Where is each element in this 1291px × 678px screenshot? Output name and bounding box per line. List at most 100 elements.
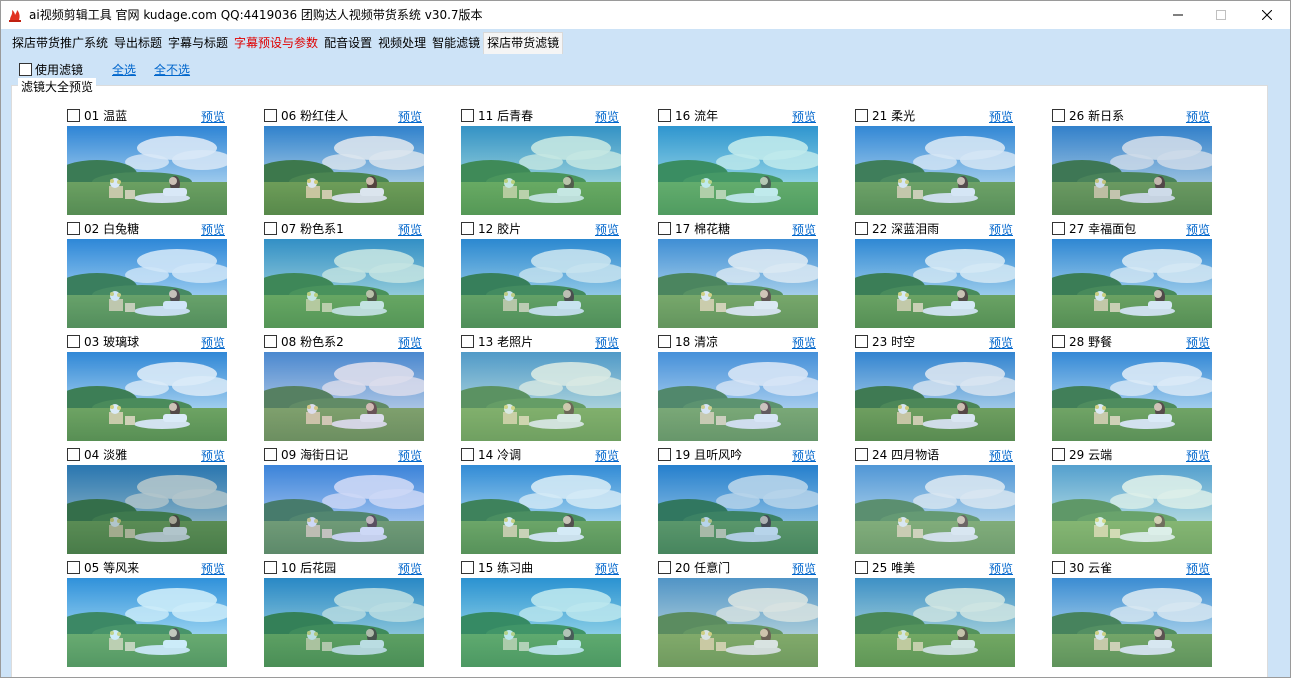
filter-preview-link[interactable]: 预览	[398, 108, 422, 125]
filter-checkbox[interactable]	[67, 221, 80, 235]
filter-thumbnail[interactable]	[264, 126, 424, 215]
filter-thumbnail[interactable]	[855, 126, 1015, 215]
filter-checkbox[interactable]	[855, 334, 868, 348]
filter-preview-link[interactable]: 预览	[1186, 221, 1210, 238]
tab-0[interactable]: 探店带货推广系统	[9, 32, 111, 54]
filter-checkbox[interactable]	[264, 334, 277, 348]
tab-5[interactable]: 视频处理	[375, 32, 429, 54]
maximize-button[interactable]	[1198, 1, 1244, 29]
filter-preview-link[interactable]: 预览	[201, 334, 225, 351]
filter-checkbox[interactable]	[658, 108, 671, 122]
filter-thumbnail[interactable]	[1052, 578, 1212, 667]
filter-preview-link[interactable]: 预览	[595, 560, 619, 577]
filter-thumbnail[interactable]	[855, 239, 1015, 328]
filter-thumbnail[interactable]	[264, 578, 424, 667]
filter-preview-link[interactable]: 预览	[595, 447, 619, 464]
select-none-link[interactable]: 全不选	[154, 61, 190, 78]
filter-checkbox[interactable]	[461, 560, 474, 574]
filter-thumbnail[interactable]	[1052, 465, 1212, 554]
filter-preview-link[interactable]: 预览	[989, 221, 1013, 238]
filter-thumbnail[interactable]	[461, 352, 621, 441]
filter-preview-link[interactable]: 预览	[201, 560, 225, 577]
filter-preview-link[interactable]: 预览	[989, 560, 1013, 577]
filter-checkbox[interactable]	[461, 447, 474, 461]
minimize-button[interactable]	[1155, 1, 1201, 29]
filter-preview-link[interactable]: 预览	[398, 221, 422, 238]
filter-checkbox[interactable]	[1052, 334, 1065, 348]
filter-thumbnail[interactable]	[855, 465, 1015, 554]
filter-preview-link[interactable]: 预览	[792, 334, 816, 351]
filter-preview-link[interactable]: 预览	[1186, 334, 1210, 351]
tab-4[interactable]: 配音设置	[321, 32, 375, 54]
filter-checkbox[interactable]	[67, 334, 80, 348]
filter-checkbox[interactable]	[461, 334, 474, 348]
filter-checkbox[interactable]	[1052, 560, 1065, 574]
filter-checkbox[interactable]	[855, 560, 868, 574]
filter-checkbox[interactable]	[1052, 447, 1065, 461]
filter-thumbnail[interactable]	[855, 352, 1015, 441]
filter-preview-link[interactable]: 预览	[792, 560, 816, 577]
filter-checkbox[interactable]	[1052, 108, 1065, 122]
tab-2[interactable]: 字幕与标题	[165, 32, 231, 54]
filter-preview-link[interactable]: 预览	[398, 334, 422, 351]
filter-thumbnail[interactable]	[264, 352, 424, 441]
filter-checkbox[interactable]	[67, 560, 80, 574]
filter-preview-link[interactable]: 预览	[792, 108, 816, 125]
filter-checkbox[interactable]	[855, 221, 868, 235]
filter-thumbnail[interactable]	[1052, 239, 1212, 328]
filter-thumbnail[interactable]	[264, 239, 424, 328]
filter-thumbnail[interactable]	[1052, 352, 1212, 441]
filter-thumbnail[interactable]	[855, 578, 1015, 667]
filter-preview-link[interactable]: 预览	[595, 108, 619, 125]
filter-preview-link[interactable]: 预览	[989, 108, 1013, 125]
filter-preview-link[interactable]: 预览	[398, 560, 422, 577]
filter-thumbnail[interactable]	[67, 352, 227, 441]
filter-thumbnail[interactable]	[461, 578, 621, 667]
filter-preview-link[interactable]: 预览	[1186, 560, 1210, 577]
filter-thumbnail[interactable]	[67, 578, 227, 667]
filter-checkbox[interactable]	[658, 221, 671, 235]
filter-preview-link[interactable]: 预览	[595, 334, 619, 351]
filter-checkbox[interactable]	[461, 108, 474, 122]
filter-thumbnail[interactable]	[461, 126, 621, 215]
filter-checkbox[interactable]	[264, 447, 277, 461]
filter-thumbnail[interactable]	[461, 239, 621, 328]
filter-preview-link[interactable]: 预览	[1186, 108, 1210, 125]
filter-preview-link[interactable]: 预览	[201, 221, 225, 238]
filter-checkbox[interactable]	[67, 447, 80, 461]
filter-thumbnail[interactable]	[658, 126, 818, 215]
close-button[interactable]	[1244, 1, 1290, 29]
filter-checkbox[interactable]	[264, 560, 277, 574]
tab-7[interactable]: 探店带货滤镜	[483, 32, 564, 54]
tab-3[interactable]: 字幕预设与参数	[231, 32, 321, 54]
filter-checkbox[interactable]	[264, 221, 277, 235]
use-filter-row[interactable]: 使用滤镜	[19, 60, 83, 78]
filter-preview-link[interactable]: 预览	[1186, 447, 1210, 464]
filter-thumbnail[interactable]	[461, 465, 621, 554]
filter-thumbnail[interactable]	[658, 239, 818, 328]
filter-thumbnail[interactable]	[67, 126, 227, 215]
tab-6[interactable]: 智能滤镜	[429, 32, 483, 54]
filter-checkbox[interactable]	[658, 447, 671, 461]
filter-checkbox[interactable]	[1052, 221, 1065, 235]
filter-thumbnail[interactable]	[67, 239, 227, 328]
filter-preview-link[interactable]: 预览	[595, 221, 619, 238]
filter-preview-link[interactable]: 预览	[201, 447, 225, 464]
filter-checkbox[interactable]	[855, 447, 868, 461]
filter-thumbnail[interactable]	[658, 578, 818, 667]
select-all-link[interactable]: 全选	[112, 61, 136, 78]
filter-checkbox[interactable]	[658, 560, 671, 574]
filter-thumbnail[interactable]	[67, 465, 227, 554]
filter-checkbox[interactable]	[67, 108, 80, 122]
filter-checkbox[interactable]	[855, 108, 868, 122]
filter-thumbnail[interactable]	[1052, 126, 1212, 215]
filter-thumbnail[interactable]	[264, 465, 424, 554]
filter-preview-link[interactable]: 预览	[201, 108, 225, 125]
filter-preview-link[interactable]: 预览	[792, 221, 816, 238]
filter-preview-link[interactable]: 预览	[989, 447, 1013, 464]
filter-thumbnail[interactable]	[658, 352, 818, 441]
filter-thumbnail[interactable]	[658, 465, 818, 554]
filter-checkbox[interactable]	[658, 334, 671, 348]
filter-preview-link[interactable]: 预览	[792, 447, 816, 464]
filter-checkbox[interactable]	[461, 221, 474, 235]
